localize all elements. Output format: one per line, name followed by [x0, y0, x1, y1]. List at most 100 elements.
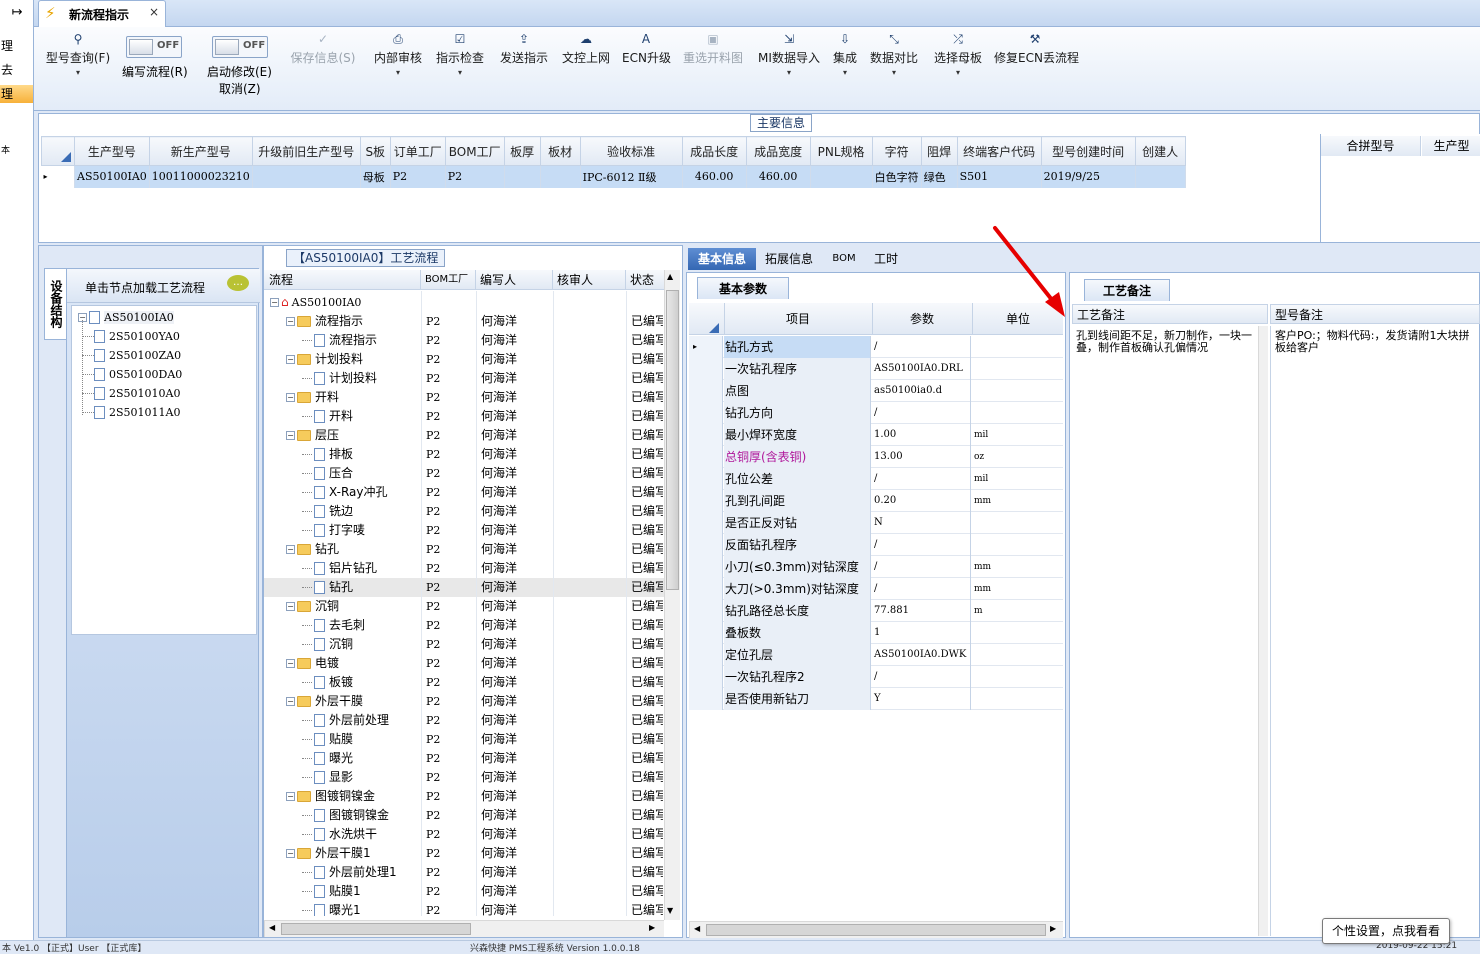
- param-row[interactable]: 孔位公差 / mil: [689, 468, 1063, 490]
- left-nav-item[interactable]: 本: [0, 142, 33, 160]
- param-row[interactable]: 孔到孔间距 0.20 mm: [689, 490, 1063, 512]
- table-cell[interactable]: 460.00: [682, 165, 747, 188]
- ribbon-button-check[interactable]: ☑ 指示检查 ▾: [434, 31, 486, 80]
- table-cell[interactable]: 绿色: [921, 165, 958, 188]
- table-cell[interactable]: 白色字符: [872, 165, 922, 188]
- process-row[interactable]: − 钻孔 P2 何海洋 已编写: [264, 540, 664, 559]
- tab-work-hours[interactable]: 工时: [866, 248, 906, 270]
- table-row[interactable]: ▸ AS50100IA0 10011000023210 母板 P2 P2 IPC-6012 …: [41, 165, 1186, 188]
- param-value[interactable]: /: [872, 666, 971, 688]
- param-row[interactable]: 大刀(>0.3mm)对钻深度 / mm: [689, 578, 1063, 600]
- param-value[interactable]: N: [872, 512, 971, 534]
- process-row[interactable]: − 外层干膜1 P2 何海洋 已编写: [264, 844, 664, 863]
- tab-basic-info[interactable]: 基本信息: [688, 248, 756, 270]
- scroll-up-arrow[interactable]: ▲: [667, 272, 673, 281]
- process-row[interactable]: − 沉铜 P2 何海洋 已编写: [264, 597, 664, 616]
- tab-bom[interactable]: BOM: [824, 248, 864, 270]
- process-row[interactable]: − 图镀铜镍金 P2 何海洋 已编写: [264, 787, 664, 806]
- process-row[interactable]: − 开料 P2 何海洋 已编写: [264, 388, 664, 407]
- ribbon-button-compare[interactable]: ⤡ 数据对比 ▾: [868, 31, 920, 80]
- process-row[interactable]: 显影 P2 何海洋 已编写: [264, 768, 664, 787]
- device-tree-root[interactable]: − AS50100IA0: [78, 308, 174, 327]
- table-cell[interactable]: 10011000023210: [149, 165, 253, 188]
- column-header[interactable]: 字符: [871, 136, 922, 166]
- column-header[interactable]: 验收标准: [579, 136, 683, 166]
- column-header[interactable]: 升级前旧生产型号: [251, 136, 361, 166]
- param-row[interactable]: 一次钻孔程序2/: [689, 666, 1063, 688]
- tab-process-remarks[interactable]: 工艺备注: [1084, 279, 1170, 301]
- param-value[interactable]: /: [872, 578, 971, 600]
- device-tree-node[interactable]: 2S501011A0: [82, 403, 180, 422]
- table-cell[interactable]: AS50100IA0: [74, 165, 150, 188]
- table-cell[interactable]: 母板: [360, 165, 391, 188]
- column-header[interactable]: 阻焊: [920, 136, 958, 166]
- process-column-header[interactable]: 状态: [627, 270, 665, 290]
- process-row[interactable]: 外层前处理 P2 何海洋 已编写: [264, 711, 664, 730]
- param-value[interactable]: AS50100IA0.DWK: [872, 644, 971, 666]
- horizontal-scrollbar[interactable]: ◀ ▶: [689, 921, 1063, 938]
- column-header[interactable]: 型号创建时间: [1040, 136, 1136, 166]
- process-column-header[interactable]: 流程: [266, 270, 421, 290]
- param-value[interactable]: 0.20: [872, 490, 971, 512]
- device-tree-node[interactable]: 2S501010A0: [82, 384, 180, 403]
- param-row[interactable]: 最小焊环宽度 1.00 mil: [689, 424, 1063, 446]
- close-icon[interactable]: ×: [149, 5, 159, 19]
- process-row[interactable]: 打字唛 P2 何海洋 已编写: [264, 521, 664, 540]
- process-row[interactable]: 去毛刺 P2 何海洋 已编写: [264, 616, 664, 635]
- table-cell[interactable]: 460.00: [746, 165, 811, 188]
- tab-new-process[interactable]: ⚡ 新流程指示 ×: [38, 0, 166, 27]
- process-row[interactable]: 开料 P2 何海洋 已编写: [264, 407, 664, 426]
- ribbon-button-fix[interactable]: ⚒ 修复ECN丢流程: [994, 31, 1079, 66]
- column-header[interactable]: 订单工厂: [389, 136, 446, 166]
- scroll-left-arrow[interactable]: ◀: [269, 923, 275, 932]
- process-row[interactable]: − 层压 P2 何海洋 已编写: [264, 426, 664, 445]
- device-tree-node[interactable]: 0S50100DA0: [82, 365, 182, 384]
- process-row[interactable]: 钻孔 P2 何海洋 已编写: [264, 578, 664, 597]
- scroll-right-arrow[interactable]: ▶: [649, 923, 655, 932]
- process-row[interactable]: 曝光 P2 何海洋 已编写: [264, 749, 664, 768]
- process-row[interactable]: 外层前处理1 P2 何海洋 已编写: [264, 863, 664, 882]
- personal-settings-tooltip[interactable]: 个性设置，点我看看: [1322, 918, 1450, 944]
- param-value[interactable]: /: [872, 336, 971, 358]
- scroll-thumb[interactable]: [706, 924, 1046, 936]
- ribbon-button-mi[interactable]: ⇲ MI数据导入 ▾: [754, 31, 824, 80]
- ribbon-button-template[interactable]: ⤮ 选择母板 ▾: [932, 31, 984, 80]
- param-value[interactable]: Y: [872, 688, 971, 710]
- param-value[interactable]: as50100ia0.d: [872, 380, 971, 402]
- left-nav-item-active[interactable]: 理: [0, 85, 33, 103]
- column-header[interactable]: PNL规格: [809, 136, 873, 166]
- table-cell[interactable]: [504, 165, 541, 188]
- param-row[interactable]: ▸ 钻孔方式 /: [689, 336, 1063, 358]
- param-row[interactable]: 定位孔层 AS50100IA0.DWK: [689, 644, 1063, 666]
- column-header[interactable]: 板厚: [503, 136, 541, 166]
- column-header[interactable]: 创建人: [1134, 136, 1186, 166]
- column-header[interactable]: BOM工厂: [444, 136, 505, 166]
- param-row[interactable]: 是否使用新钻刀 Y: [689, 688, 1063, 710]
- vertical-scrollbar[interactable]: [1258, 326, 1268, 936]
- process-row[interactable]: 流程指示 P2 何海洋 已编写: [264, 331, 664, 350]
- process-column-header[interactable]: 编写人: [477, 270, 553, 290]
- scroll-thumb[interactable]: [666, 290, 679, 590]
- subtab-basic-params[interactable]: 基本参数: [697, 277, 789, 299]
- table-cell[interactable]: [810, 165, 873, 188]
- column-header[interactable]: 终端客户代码: [956, 136, 1042, 166]
- ribbon-button-send[interactable]: ⇪ 发送指示: [498, 31, 550, 66]
- ribbon-button-review[interactable]: ⎙ 内部审核 ▾: [372, 31, 424, 80]
- column-header[interactable]: 新生产型号: [148, 136, 253, 166]
- process-row[interactable]: X-Ray冲孔 P2 何海洋 已编写: [264, 483, 664, 502]
- device-tree-node[interactable]: 2S50100ZA0: [82, 346, 181, 365]
- ribbon-button-ecn[interactable]: A ECN升级: [622, 31, 671, 66]
- table-cell[interactable]: P2: [445, 165, 505, 188]
- ribbon-button-recut[interactable]: ▣ 重选开料图: [680, 31, 746, 66]
- process-row[interactable]: 图镀铜镍金 P2 何海洋 已编写: [264, 806, 664, 825]
- process-tree-root[interactable]: − ⌂ AS50100IA0: [270, 293, 361, 312]
- param-value[interactable]: /: [872, 534, 971, 556]
- vertical-scrollbar[interactable]: ▲ ▼: [664, 270, 680, 920]
- process-row[interactable]: 铝片钻孔 P2 何海洋 已编写: [264, 559, 664, 578]
- process-column-header[interactable]: BOM工厂: [422, 270, 476, 290]
- process-row[interactable]: 水洗烘干 P2 何海洋 已编写: [264, 825, 664, 844]
- ribbon-button-query[interactable]: ⚲ 型号查询(F) ▾: [42, 31, 114, 80]
- param-value[interactable]: 13.00: [872, 446, 971, 468]
- vertical-tab-device-structure[interactable]: 设备结构: [44, 268, 66, 340]
- process-row[interactable]: 铣边 P2 何海洋 已编写: [264, 502, 664, 521]
